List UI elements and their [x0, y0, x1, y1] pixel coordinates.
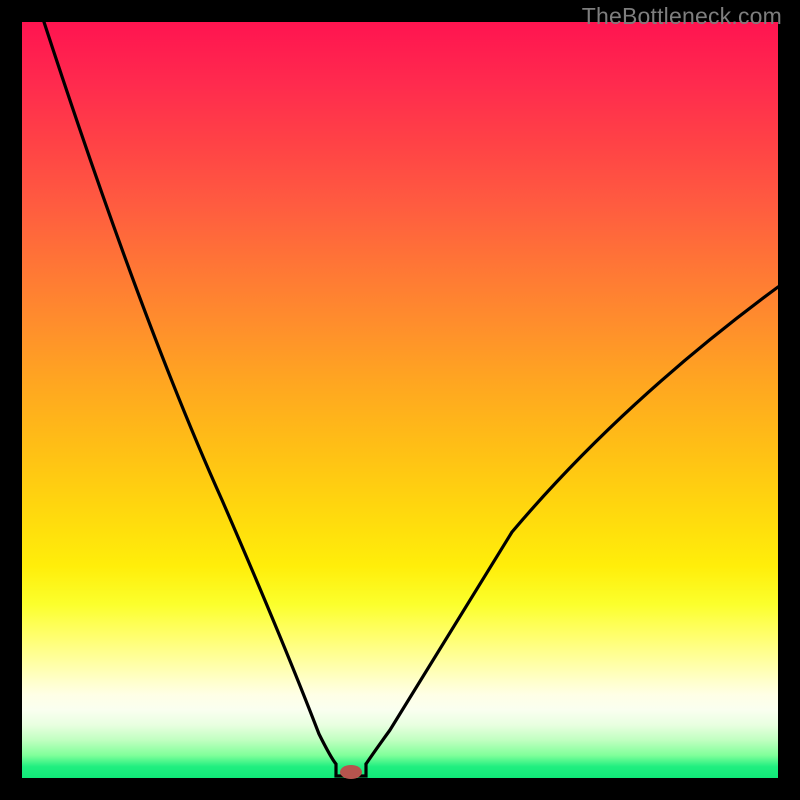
watermark-text: TheBottleneck.com	[582, 3, 782, 30]
bottleneck-curve	[22, 22, 778, 778]
optimal-point-marker	[340, 765, 362, 779]
chart-area	[22, 22, 778, 778]
curve-left-branch	[44, 22, 366, 776]
curve-right-branch	[366, 287, 778, 764]
